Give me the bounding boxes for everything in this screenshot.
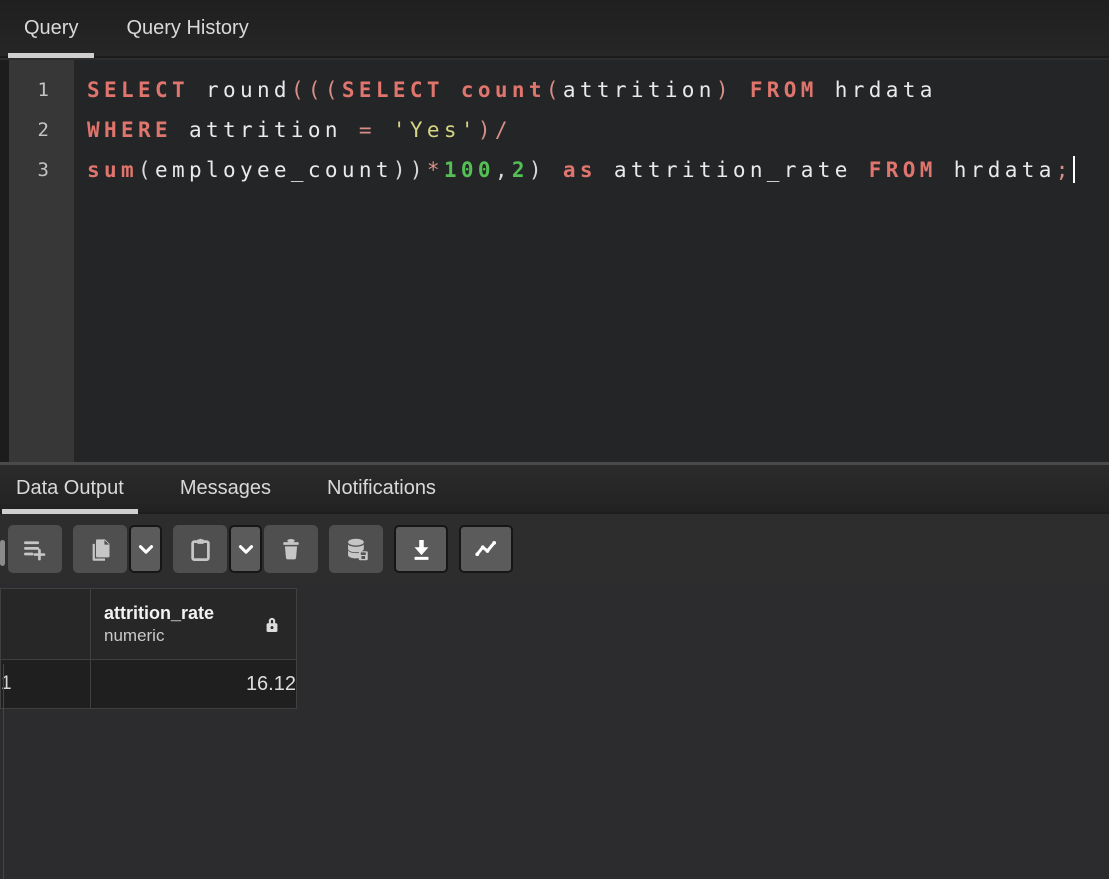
sql-token: employee_count xyxy=(155,158,393,182)
sql-code-area[interactable]: SELECT round(((SELECT count(attrition) F… xyxy=(74,60,1109,462)
save-data-changes-button[interactable] xyxy=(329,525,383,573)
lock-icon xyxy=(262,613,282,636)
tab-label: Query History xyxy=(126,17,248,40)
sql-token: 'Yes' xyxy=(393,118,478,142)
tab-label: Notifications xyxy=(327,477,436,500)
sql-token: attrition_rate xyxy=(597,158,869,182)
results-table: attrition_rate numeric 1 16.12 xyxy=(0,588,297,709)
toolbar-group xyxy=(394,525,450,573)
copy-button[interactable] xyxy=(73,525,127,573)
tab-query[interactable]: Query xyxy=(8,0,94,56)
scroll-grip[interactable] xyxy=(0,540,5,566)
trash-icon xyxy=(278,536,304,562)
query-tool-window: QueryQuery History 123 SELECT round(((SE… xyxy=(0,0,1109,879)
attrition-rate-value-cell[interactable]: 16.12 xyxy=(91,660,297,709)
sql-token xyxy=(376,118,393,142)
results-grid: attrition_rate numeric 1 16.12 xyxy=(0,584,1109,879)
toolbar-group xyxy=(73,525,164,573)
toolbar-group xyxy=(329,525,385,573)
sql-token xyxy=(546,158,563,182)
sql-token: as xyxy=(563,158,597,182)
sql-token: 2 xyxy=(512,158,529,182)
table-row: 1 16.12 xyxy=(1,660,297,709)
paste-icon xyxy=(187,536,214,563)
sql-token: SELECT xyxy=(342,78,444,102)
code-line: SELECT round(((SELECT count(attrition) F… xyxy=(87,70,1109,110)
graph-visualiser-button[interactable] xyxy=(459,525,513,573)
sql-token: )/ xyxy=(478,118,512,142)
tab-messages[interactable]: Messages xyxy=(166,465,285,512)
sql-token: 100 xyxy=(444,158,495,182)
sql-token: , xyxy=(495,158,512,182)
paste-button[interactable] xyxy=(173,525,227,573)
text-cursor xyxy=(1073,156,1075,183)
tab-notifications[interactable]: Notifications xyxy=(313,465,450,512)
output-tab-bar: Data Output Messages Notifications xyxy=(0,465,1109,514)
sql-token xyxy=(733,78,750,102)
sql-token: hrdata xyxy=(937,158,1056,182)
code-line: WHERE attrition = 'Yes')/ xyxy=(87,110,1109,150)
editor-left-strip xyxy=(0,60,9,462)
toolbar-group xyxy=(8,525,64,573)
column-name: attrition_rate xyxy=(104,601,214,625)
paste-options-button[interactable] xyxy=(229,525,262,573)
graph-icon xyxy=(472,535,500,563)
sql-token: hrdata xyxy=(818,78,937,102)
sql-token: ) xyxy=(529,158,546,182)
code-line: sum(employee_count))*100,2) as attrition… xyxy=(87,150,1109,190)
line-number-gutter: 123 xyxy=(9,60,74,462)
chevron-down-icon xyxy=(235,538,257,560)
line-number: 2 xyxy=(9,110,74,150)
tab-label: Messages xyxy=(180,477,271,500)
toolbar-group xyxy=(173,525,320,573)
sql-token: round xyxy=(189,78,291,102)
sql-token: attrition xyxy=(563,78,716,102)
add-row-icon xyxy=(22,536,49,563)
sql-token: sum xyxy=(87,158,138,182)
data-output-toolbar xyxy=(0,514,1109,584)
query-tab-bar: Query Query History xyxy=(0,0,1109,58)
sql-token: ( xyxy=(138,158,155,182)
sql-token: FROM xyxy=(869,158,937,182)
database-save-icon xyxy=(343,536,370,563)
download-icon xyxy=(408,536,435,563)
sql-token: ( xyxy=(546,78,563,102)
sql-token xyxy=(444,78,461,102)
copy-options-button[interactable] xyxy=(129,525,162,573)
copy-icon xyxy=(87,536,114,563)
tab-query-history[interactable]: Query History xyxy=(110,0,264,56)
sql-token: )) xyxy=(393,158,427,182)
sql-token: attrition xyxy=(172,118,359,142)
sql-token: ) xyxy=(716,78,733,102)
tab-label: Query xyxy=(24,17,78,40)
sql-token: SELECT xyxy=(87,78,189,102)
sql-token: count xyxy=(461,78,546,102)
tab-data-output[interactable]: Data Output xyxy=(2,465,138,512)
chevron-down-icon xyxy=(135,538,157,560)
column-type: numeric xyxy=(104,625,214,647)
sql-token: ; xyxy=(1056,158,1073,182)
sql-token: FROM xyxy=(750,78,818,102)
save-results-to-file-button[interactable] xyxy=(394,525,448,573)
sql-token: * xyxy=(427,158,444,182)
line-number: 3 xyxy=(9,150,74,190)
sql-token: ((( xyxy=(291,78,342,102)
table-corner-cell[interactable] xyxy=(1,589,91,660)
delete-row-button[interactable] xyxy=(264,525,318,573)
sql-token: = xyxy=(359,118,376,142)
column-header-attrition-rate[interactable]: attrition_rate numeric xyxy=(91,589,297,660)
sql-token: WHERE xyxy=(87,118,172,142)
tab-label: Data Output xyxy=(16,477,124,500)
line-number: 1 xyxy=(9,70,74,110)
toolbar-group xyxy=(459,525,515,573)
sql-editor[interactable]: 123 SELECT round(((SELECT count(attritio… xyxy=(0,60,1109,462)
add-row-button[interactable] xyxy=(8,525,62,573)
left-scrollbar-track[interactable] xyxy=(3,664,4,879)
row-number-cell[interactable]: 1 xyxy=(1,660,91,709)
